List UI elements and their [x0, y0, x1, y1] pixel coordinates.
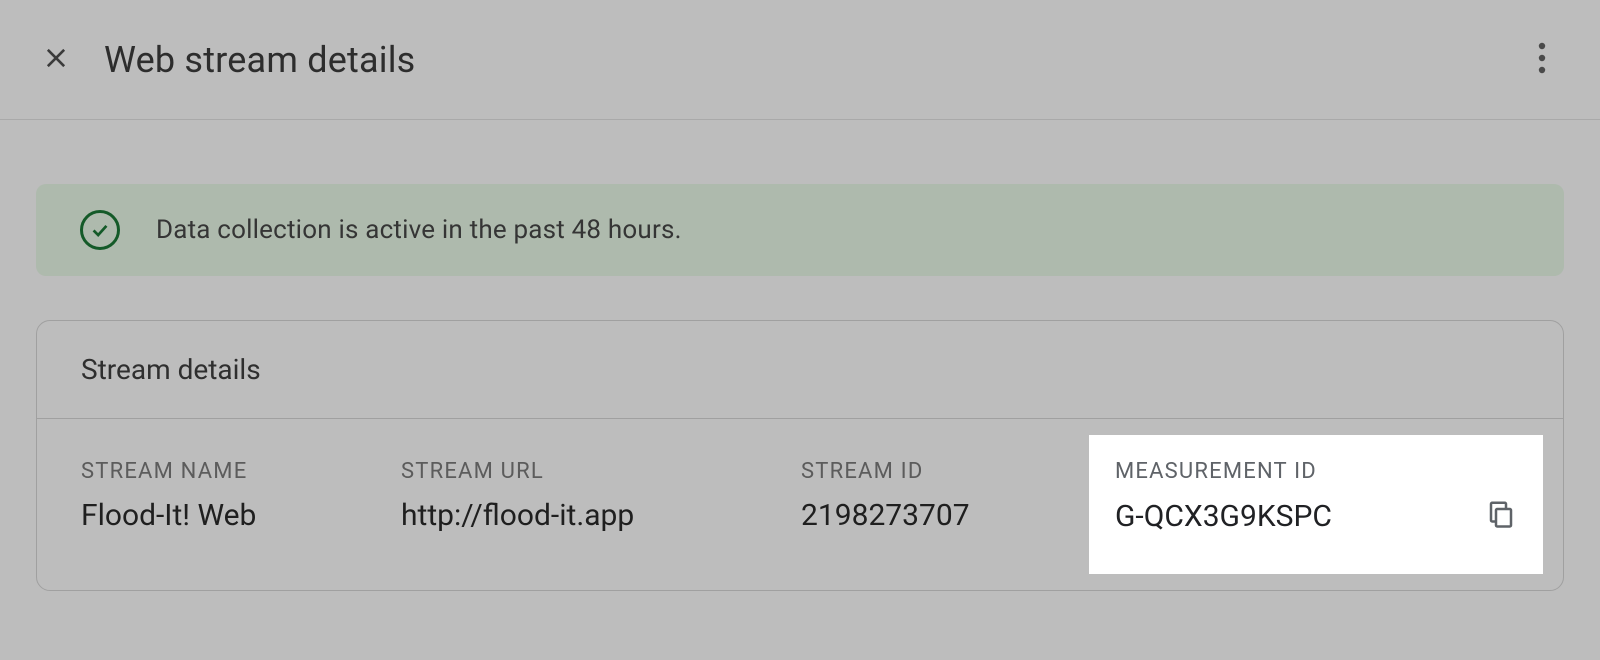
field-stream-url: STREAM URL http://flood-it.app	[401, 459, 801, 534]
field-stream-id: STREAM ID 2198273707	[801, 459, 1111, 534]
field-label: STREAM URL	[401, 459, 801, 484]
card-header: Stream details	[37, 321, 1563, 419]
close-icon	[42, 44, 70, 76]
status-banner: Data collection is active in the past 48…	[36, 184, 1564, 276]
content-area: Data collection is active in the past 48…	[0, 120, 1600, 627]
more-options-button[interactable]	[1520, 38, 1564, 82]
close-button[interactable]	[36, 40, 76, 80]
measurement-row: G-QCX3G9KSPC	[1115, 498, 1519, 534]
status-message: Data collection is active in the past 48…	[156, 215, 682, 245]
field-stream-name: STREAM NAME Flood-It! Web	[81, 459, 401, 534]
field-value: http://flood-it.app	[401, 498, 801, 533]
field-value: G-QCX3G9KSPC	[1115, 499, 1332, 534]
stream-details-card: Stream details STREAM NAME Flood-It! Web…	[36, 320, 1564, 591]
field-value: Flood-It! Web	[81, 498, 401, 533]
field-label: STREAM ID	[801, 459, 1111, 484]
header-left: Web stream details	[36, 39, 415, 81]
page-title: Web stream details	[104, 39, 415, 81]
page-header: Web stream details	[0, 0, 1600, 120]
more-vertical-icon	[1538, 42, 1546, 78]
field-label: STREAM NAME	[81, 459, 401, 484]
copy-icon	[1486, 499, 1516, 533]
card-title: Stream details	[81, 353, 1519, 386]
field-measurement-id: MEASUREMENT ID G-QCX3G9KSPC	[1089, 435, 1543, 574]
card-body: STREAM NAME Flood-It! Web STREAM URL htt…	[37, 419, 1563, 590]
field-value: 2198273707	[801, 498, 1111, 533]
copy-button[interactable]	[1483, 498, 1519, 534]
checkmark-circle-icon	[80, 210, 120, 250]
field-label: MEASUREMENT ID	[1115, 459, 1519, 484]
